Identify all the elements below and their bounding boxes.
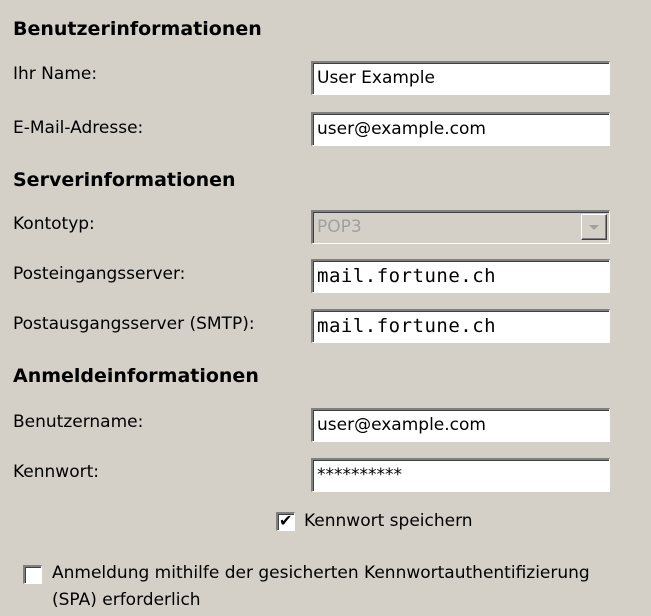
section-title-server-info: Serverinformationen bbox=[13, 169, 236, 191]
email-field[interactable]: user@example.com bbox=[311, 112, 610, 146]
username-field[interactable]: user@example.com bbox=[311, 408, 610, 442]
account-type-select: POP3 bbox=[311, 210, 610, 244]
check-icon: ✔ bbox=[279, 511, 293, 530]
password-field[interactable]: ********** bbox=[311, 458, 610, 492]
account-type-label: Kontotyp: bbox=[13, 214, 95, 234]
save-password-label[interactable]: Kennwort speichern bbox=[304, 511, 473, 531]
section-title-login-info: Anmeldeinformationen bbox=[13, 365, 259, 387]
spa-checkbox[interactable] bbox=[23, 565, 42, 584]
incoming-server-field[interactable]: mail.fortune.ch bbox=[311, 259, 610, 293]
spa-label-line2[interactable]: (SPA) erforderlich bbox=[52, 590, 201, 610]
password-label: Kennwort: bbox=[13, 462, 99, 482]
chevron-down-icon bbox=[581, 214, 607, 240]
outgoing-server-label: Postausgangsserver (SMTP): bbox=[13, 314, 255, 334]
name-field[interactable]: User Example bbox=[311, 61, 610, 95]
email-label: E-Mail-Adresse: bbox=[13, 118, 144, 138]
incoming-server-label: Posteingangsserver: bbox=[13, 264, 186, 284]
outgoing-server-field[interactable]: mail.fortune.ch bbox=[311, 309, 610, 343]
name-label: Ihr Name: bbox=[13, 64, 98, 84]
username-label: Benutzername: bbox=[13, 412, 144, 432]
section-title-user-info: Benutzerinformationen bbox=[13, 18, 262, 40]
spa-label-line1[interactable]: Anmeldung mithilfe der gesicherten Kennw… bbox=[52, 563, 590, 583]
account-type-value: POP3 bbox=[317, 217, 362, 237]
save-password-checkbox[interactable]: ✔ bbox=[276, 511, 295, 531]
